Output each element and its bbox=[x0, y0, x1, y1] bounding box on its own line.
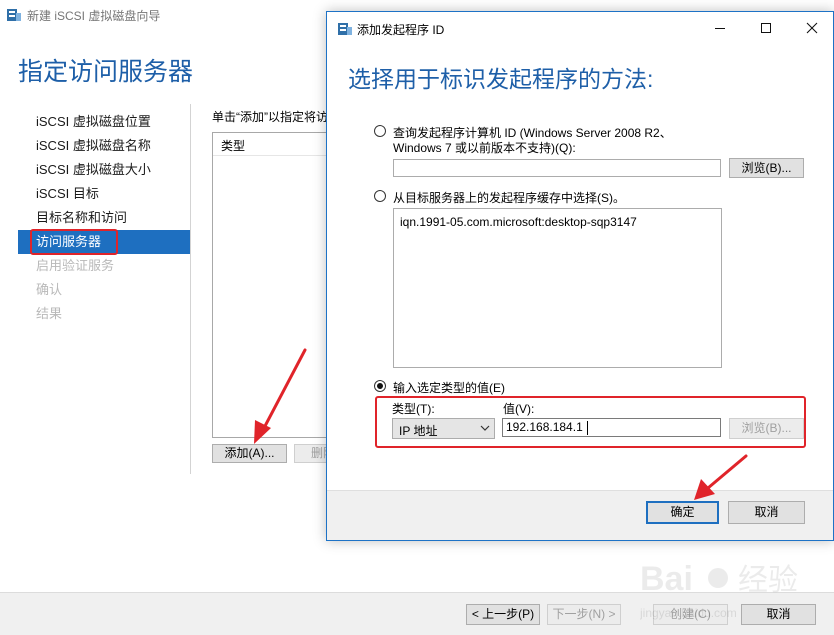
arrow-to-add-button bbox=[254, 348, 307, 444]
baidu-jingyan-watermark: Bai 经验 jingyan.baidu.com bbox=[640, 560, 798, 620]
arrow-to-ok-button bbox=[694, 454, 748, 500]
svg-text:jingyan.baidu.com: jingyan.baidu.com bbox=[640, 606, 737, 620]
svg-text:Bai: Bai bbox=[640, 560, 693, 598]
annotation-arrows bbox=[254, 348, 748, 500]
svg-text:经验: 经验 bbox=[738, 564, 798, 597]
